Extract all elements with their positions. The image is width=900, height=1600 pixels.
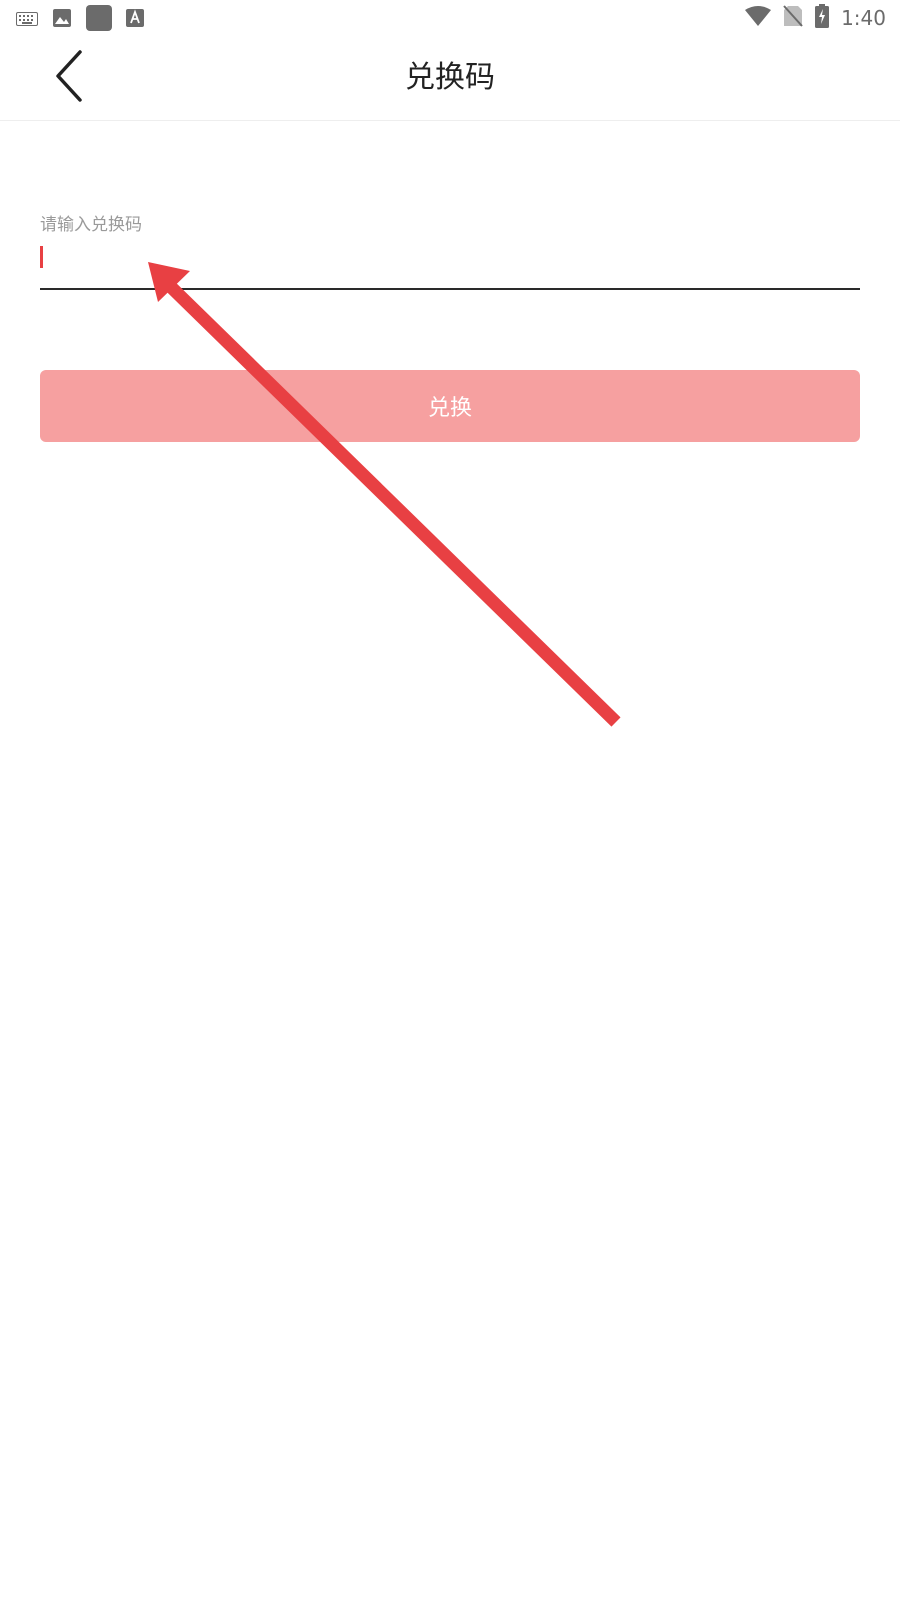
- text-cursor: [40, 246, 43, 268]
- battery-charging-icon: [815, 4, 830, 32]
- chevron-left-icon: [50, 50, 90, 106]
- wifi-icon: [745, 6, 772, 30]
- status-bar: 1:40: [0, 0, 900, 36]
- app-header: 兑换码: [0, 36, 900, 121]
- status-time: 1:40: [841, 6, 886, 30]
- page-title: 兑换码: [405, 60, 495, 95]
- no-sim-icon: [783, 5, 803, 31]
- redeem-code-input[interactable]: [40, 238, 860, 290]
- redeem-button[interactable]: 兑换: [40, 370, 860, 442]
- status-bar-notifications: [16, 5, 144, 35]
- status-bar-system: 1:40: [745, 4, 886, 32]
- font-a-icon: [126, 9, 144, 31]
- back-button[interactable]: [40, 48, 100, 108]
- app-square-icon: [86, 5, 112, 35]
- code-field-label: 请输入兑换码: [40, 215, 142, 235]
- keyboard-icon: [16, 11, 38, 30]
- redeem-code-screen: 1:40 兑换码 请输入兑换码 兑换: [0, 0, 900, 1600]
- image-icon: [52, 8, 72, 32]
